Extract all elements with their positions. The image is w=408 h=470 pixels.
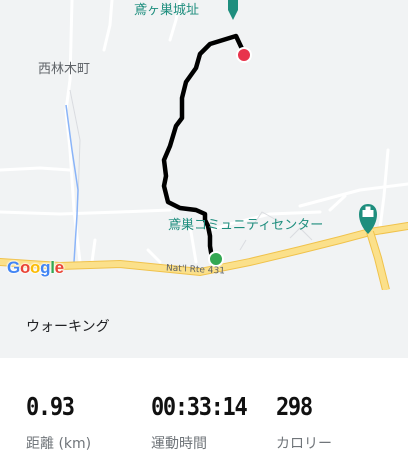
google-logo: Google	[7, 258, 64, 278]
castle-label[interactable]: 鳶ヶ巣城址	[134, 0, 199, 18]
activity-type-label: ウォーキング	[26, 319, 110, 335]
google-logo-letter: G	[7, 258, 20, 277]
duration-label: 運動時間	[151, 436, 207, 452]
distance-value: 0.93	[26, 392, 75, 421]
start-marker[interactable]	[208, 251, 224, 267]
distance-label: 距離 (km)	[26, 436, 92, 452]
castle-poi-pin-icon[interactable]	[228, 0, 238, 20]
map-canvas	[0, 0, 408, 290]
calories-value: 298	[276, 392, 313, 421]
town-label: 西林木町	[38, 62, 91, 77]
community-center-label[interactable]: 鳶巣コミュニティセンター	[168, 214, 323, 233]
end-marker[interactable]	[236, 47, 252, 63]
google-logo-letter: g	[40, 258, 51, 277]
route-map[interactable]: 鳶ヶ巣城址 西林木町 鳶巣コミュニティセンター Nat'l Rte 431 Go…	[0, 0, 408, 290]
calories-label: カロリー	[276, 436, 332, 452]
google-logo-letter: o	[30, 258, 41, 277]
google-logo-letter: e	[54, 258, 64, 277]
google-logo-letter: o	[19, 258, 31, 277]
duration-value: 00:33:14	[151, 392, 248, 421]
